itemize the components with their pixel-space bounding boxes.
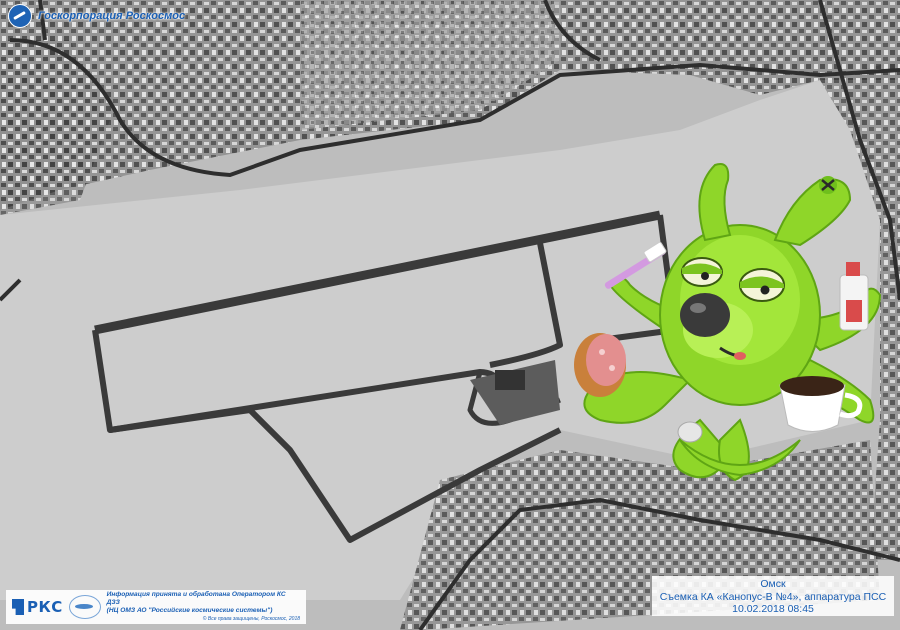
rks-logo-icon: [12, 599, 24, 615]
copyright: © Все права защищены, Роскосмос, 2018: [202, 616, 300, 622]
satellite-image: [0, 0, 900, 630]
rks-logo: РКС: [12, 598, 63, 616]
roscosmos-header: Госкорпорация Роскосмос: [8, 4, 185, 28]
image-caption: Омск Съемка КА «Канопус-В №4», аппаратур…: [652, 576, 894, 616]
ntsomz-logo-icon: [68, 595, 101, 619]
caption-city: Омск: [760, 578, 786, 590]
caption-survey: Съемка КА «Канопус-В №4», аппаратура ПСС: [659, 590, 887, 603]
roscosmos-emblem-icon: [8, 4, 32, 28]
operator-info: Информация принята и обработана Оператор…: [107, 591, 300, 623]
satellite-scene: Госкорпорация Роскосмос РКС Информация п…: [0, 0, 900, 630]
operator-info-line2: (НЦ ОМЗ АО "Российские космические систе…: [106, 607, 273, 614]
spoon: [677, 421, 703, 443]
operator-credit: РКС Информация принята и обработана Опер…: [6, 590, 306, 624]
org-name: Госкорпорация Роскосмос: [38, 10, 186, 22]
operator-info-line1: Информация принята и обработана Оператор…: [106, 591, 286, 606]
sandwich: [574, 333, 626, 397]
rks-logo-text: РКС: [27, 598, 63, 616]
caption-datetime: 10.02.2018 08:45: [732, 603, 814, 615]
